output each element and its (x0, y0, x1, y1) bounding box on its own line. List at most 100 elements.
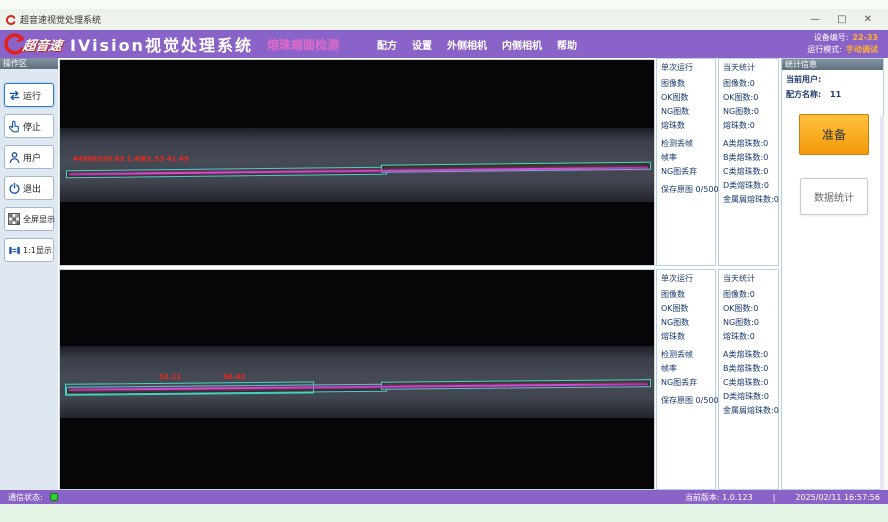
statistics-column: 单次运行 图像数 OK图数 NG图数 熔珠数 检测丢帧 帧率 NG图丢弃 保存原… (656, 58, 779, 490)
run-button-label: 运行 (23, 89, 41, 102)
run-mode-row: 运行模式: 手动调试 (807, 44, 878, 56)
data-statistics-button[interactable]: 数据统计 (800, 178, 868, 215)
stat-row: C类熔珠数:0 (723, 376, 778, 390)
power-icon (7, 182, 21, 195)
single-run-stats: 单次运行 图像数 OK图数 NG图数 熔珠数 检测丢帧 帧率 NG图丢弃 保存原… (656, 269, 716, 490)
menu-item-inner-camera[interactable]: 内侧相机 (502, 37, 542, 52)
stat-row: 图像数:0 (723, 77, 778, 91)
fullscreen-button-label: 全屏显示 (23, 214, 55, 225)
comm-status-indicator (50, 493, 58, 501)
menu-item-recipe[interactable]: 配方 (377, 37, 397, 52)
main-menu: 配方 设置 外侧相机 内侧相机 帮助 (377, 37, 577, 52)
one-to-one-icon (7, 244, 21, 257)
main-area: 操作区 运行 停止 用户 (0, 58, 884, 490)
save-original-count: 0/500 (696, 185, 719, 194)
stat-row: D类熔珠数:0 (723, 179, 778, 193)
close-button[interactable]: ✕ (864, 14, 872, 25)
stat-row: D类熔珠数:0 (723, 390, 778, 404)
current-user-row: 当前用户: (782, 70, 883, 85)
stat-row: 金属屑熔珠数:0 (723, 404, 778, 418)
stat-row: C类熔珠数:0 (723, 165, 778, 179)
panel-title: 当天统计 (723, 273, 778, 284)
stat-row: B类熔珠数:0 (723, 362, 778, 376)
stat-label: NG图数 (661, 316, 715, 330)
stat-label: 检测丢帧 (661, 137, 715, 151)
stat-label: OK图数 (661, 302, 715, 316)
maximize-button[interactable]: □ (837, 14, 846, 25)
datetime: 2025/02/11 16:57:56 (795, 493, 880, 502)
daily-stats: 当天统计 图像数:0 OK图数:0 NG图数:0 熔珠数:0 A类熔珠数:0 B… (718, 58, 779, 266)
device-number-label: 设备编号: (814, 33, 849, 42)
stat-label: 检测丢帧 (661, 348, 715, 362)
info-panel: 统计信息 当前用户: 配方名称: 11 准备 数据统计 (781, 58, 884, 490)
run-mode-label: 运行模式: (807, 45, 842, 54)
recipe-name-value: 11 (830, 90, 841, 99)
run-button[interactable]: 运行 (4, 83, 54, 107)
stat-row: NG图数:0 (723, 316, 778, 330)
minimize-button[interactable]: — (810, 14, 820, 25)
run-mode-value: 手动调试 (846, 45, 878, 54)
measurement-annotation: 31.53 41.49 (142, 155, 189, 163)
app-subtitle: 熔珠端面检测 (267, 36, 339, 53)
stat-row: 图像数:0 (723, 288, 778, 302)
stats-panel-bottom: 单次运行 图像数 OK图数 NG图数 熔珠数 检测丢帧 帧率 NG图丢弃 保存原… (656, 269, 779, 490)
stop-button[interactable]: 停止 (4, 114, 54, 138)
comm-status-label: 通信状态: (8, 492, 43, 503)
device-number-row: 设备编号:22-33 (807, 32, 878, 44)
stat-row: NG图数:0 (723, 105, 778, 119)
save-original-label: 保存原图 (661, 185, 693, 194)
comm-status: 通信状态: (8, 492, 58, 503)
stat-row: 熔珠数:0 (723, 119, 778, 133)
camera-views: 44808539.83 1.49 31.53 41.49 53.11 56.43 (59, 58, 655, 490)
app-title: IVision视觉处理系统 (70, 32, 253, 56)
menu-item-outer-camera[interactable]: 外侧相机 (447, 37, 487, 52)
info-panel-title: 统计信息 (782, 59, 883, 70)
status-bar-right: 当前版本: 1.0.123 | 2025/02/11 16:57:56 (685, 492, 880, 503)
measurement-annotation: 53.11 (159, 373, 181, 381)
camera-view-top: 44808539.83 1.49 31.53 41.49 (59, 59, 655, 266)
brand-name: 超音速 (22, 35, 64, 54)
one-to-one-button-label: 1:1显示 (23, 245, 52, 256)
user-button[interactable]: 用户 (4, 145, 54, 169)
fullscreen-grid-icon (7, 213, 21, 225)
menu-item-help[interactable]: 帮助 (557, 37, 577, 52)
app-header: 超音速 IVision视觉处理系统 熔珠端面检测 配方 设置 外侧相机 内侧相机… (0, 30, 888, 58)
stat-label: 图像数 (661, 288, 715, 302)
menu-item-settings[interactable]: 设置 (412, 37, 432, 52)
panel-title: 当天统计 (723, 62, 778, 73)
measurement-annotation: 44808539.83 1.49 (73, 155, 144, 163)
run-arrows-icon (7, 89, 21, 102)
stat-label: 图像数 (661, 77, 715, 91)
stat-label: NG图数 (661, 105, 715, 119)
stat-label: 帧率 (661, 151, 715, 165)
device-number-value: 22-33 (852, 33, 878, 42)
save-original-row: 保存原图 0/500 (661, 183, 715, 197)
exit-button[interactable]: 退出 (4, 176, 54, 200)
one-to-one-button[interactable]: 1:1显示 (4, 238, 54, 262)
app-logo-icon (6, 15, 16, 25)
panel-title: 单次运行 (661, 273, 715, 284)
daily-stats: 当天统计 图像数:0 OK图数:0 NG图数:0 熔珠数:0 A类熔珠数:0 B… (718, 269, 779, 490)
stat-row: OK图数:0 (723, 302, 778, 316)
window-right-border (880, 116, 884, 522)
os-titlebar[interactable]: 超音速视觉处理系统 — □ ✕ (0, 9, 888, 30)
stats-panel-top: 单次运行 图像数 OK图数 NG图数 熔珠数 检测丢帧 帧率 NG图丢弃 保存原… (656, 58, 779, 266)
fullscreen-button[interactable]: 全屏显示 (4, 207, 54, 231)
device-info: 设备编号:22-33 运行模式: 手动调试 (807, 32, 878, 56)
stat-label: NG图丢弃 (661, 376, 715, 390)
window-title: 超音速视觉处理系统 (20, 13, 101, 26)
stat-label: OK图数 (661, 91, 715, 105)
application-window: 超音速视觉处理系统 — □ ✕ 超音速 IVision视觉处理系统 熔珠端面检测… (0, 0, 888, 522)
camera-view-bottom: 53.11 56.43 (59, 269, 655, 490)
stat-label: 帧率 (661, 362, 715, 376)
save-original-count: 0/500 (696, 396, 719, 405)
window-controls: — □ ✕ (810, 14, 872, 25)
measurement-annotation: 56.43 (223, 373, 245, 381)
desktop-strip (0, 504, 888, 522)
stat-row: 金属屑熔珠数:0 (723, 193, 778, 207)
prepare-button[interactable]: 准备 (799, 114, 869, 155)
operation-sidebar: 操作区 运行 停止 用户 (0, 58, 58, 490)
sidebar-title: 操作区 (0, 58, 58, 69)
stat-label: 熔珠数 (661, 119, 715, 133)
user-button-label: 用户 (23, 151, 41, 164)
